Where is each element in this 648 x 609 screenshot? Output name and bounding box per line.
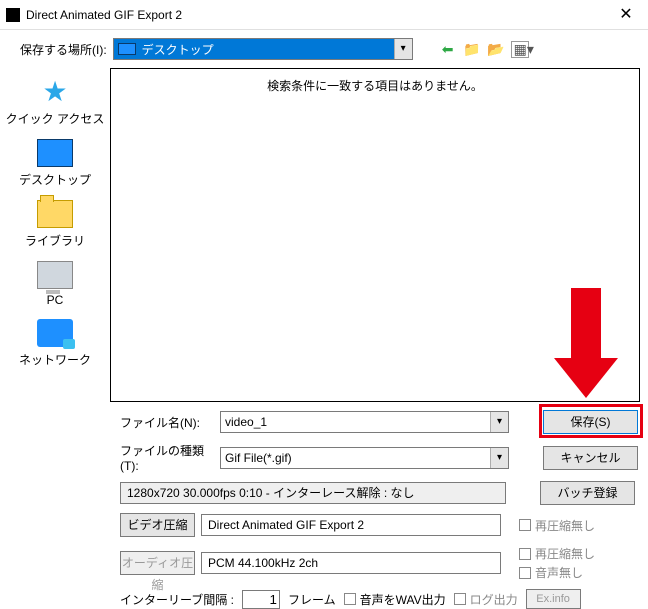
audio-no-recompress-checkbox: 再圧縮無し xyxy=(519,545,595,562)
interleave-label: インターリーブ間隔 : xyxy=(120,591,234,608)
place-pc[interactable]: PC xyxy=(37,261,73,307)
chevron-down-icon[interactable]: ▾ xyxy=(490,448,508,468)
chevron-down-icon[interactable]: ▾ xyxy=(490,412,508,432)
save-location-label: 保存する場所(I): xyxy=(20,41,107,58)
batch-register-button[interactable]: バッチ登録 xyxy=(540,481,635,505)
checkbox-label: ログ出力 xyxy=(470,591,518,608)
wav-output-checkbox[interactable]: 音声をWAV出力 xyxy=(344,591,446,608)
audio-compress-button: オーディオ圧縮 xyxy=(120,551,195,575)
folder-icon xyxy=(37,200,73,228)
place-quick-access[interactable]: ★ クイック アクセス xyxy=(6,78,105,127)
nav-view-icon[interactable]: ▦▾ xyxy=(511,41,529,58)
save-location-value: デスクトップ xyxy=(142,41,214,58)
place-label: ライブラリ xyxy=(25,232,85,249)
place-label: デスクトップ xyxy=(19,171,91,188)
checkbox-label: 再圧縮無し xyxy=(535,545,595,562)
window-title: Direct Animated GIF Export 2 xyxy=(26,8,606,22)
place-network[interactable]: ネットワーク xyxy=(19,319,91,368)
filetype-value xyxy=(221,448,508,468)
place-label: ネットワーク xyxy=(19,351,91,368)
log-output-checkbox: ログ出力 xyxy=(454,591,518,608)
nav-new-folder-icon[interactable]: 📂 xyxy=(487,41,505,58)
filename-field[interactable]: ▾ xyxy=(220,411,509,433)
app-icon xyxy=(6,8,20,22)
save-location-dropdown[interactable]: デスクトップ ▾ xyxy=(113,38,413,60)
interleave-input[interactable] xyxy=(242,590,280,609)
nav-up-icon[interactable]: 📁 xyxy=(463,41,481,58)
desktop-icon xyxy=(37,139,73,167)
place-label: PC xyxy=(37,293,73,307)
interleave-unit: フレーム xyxy=(288,591,336,608)
place-label: クイック アクセス xyxy=(6,110,105,127)
media-summary: 1280x720 30.000fps 0:10 - インターレース解除 : なし xyxy=(120,482,506,504)
close-button[interactable]: ✕ xyxy=(606,1,646,29)
video-codec: Direct Animated GIF Export 2 xyxy=(201,514,501,536)
checkbox-label: 音声無し xyxy=(535,564,583,581)
pc-icon xyxy=(37,261,73,289)
star-icon: ★ xyxy=(37,78,73,106)
annotation-arrow xyxy=(554,288,618,398)
filetype-label: ファイルの種類(T): xyxy=(120,442,210,473)
ex-info-button: Ex.info xyxy=(526,589,581,609)
chevron-down-icon[interactable]: ▾ xyxy=(394,39,412,59)
filename-input[interactable] xyxy=(221,412,508,432)
annotation-highlight xyxy=(539,404,643,438)
filetype-dropdown[interactable]: ▾ xyxy=(220,447,509,469)
desktop-icon xyxy=(118,43,136,55)
cancel-button[interactable]: キャンセル xyxy=(543,446,638,470)
checkbox-label: 再圧縮無し xyxy=(535,517,595,534)
filename-label: ファイル名(N): xyxy=(120,414,210,431)
places-sidebar: ★ クイック アクセス デスクトップ ライブラリ PC ネットワーク xyxy=(0,68,110,408)
checkbox-label: 音声をWAV出力 xyxy=(360,591,446,608)
place-libraries[interactable]: ライブラリ xyxy=(25,200,85,249)
place-desktop[interactable]: デスクトップ xyxy=(19,139,91,188)
no-audio-checkbox: 音声無し xyxy=(519,564,595,581)
network-icon xyxy=(37,319,73,347)
empty-message: 検索条件に一致する項目はありません。 xyxy=(267,79,483,93)
video-compress-button[interactable]: ビデオ圧縮 xyxy=(120,513,195,537)
nav-back-icon[interactable]: ⬅ xyxy=(439,41,457,58)
video-no-recompress-checkbox: 再圧縮無し xyxy=(519,517,595,534)
audio-codec: PCM 44.100kHz 2ch xyxy=(201,552,501,574)
